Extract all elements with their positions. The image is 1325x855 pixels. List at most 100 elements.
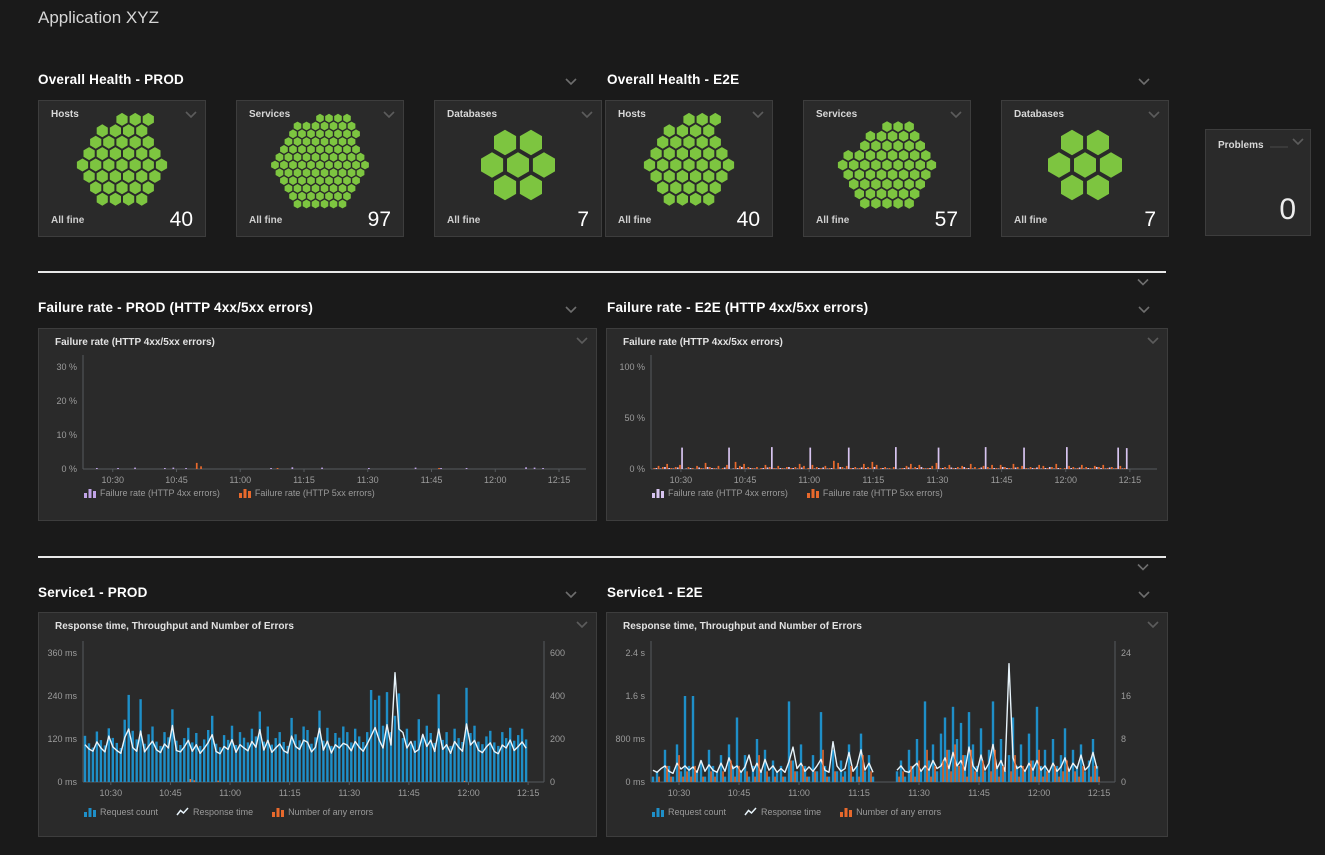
svg-text:10 %: 10 % xyxy=(56,430,77,440)
svg-text:12:15: 12:15 xyxy=(517,788,540,798)
svg-text:11:00: 11:00 xyxy=(229,475,251,485)
svg-text:11:45: 11:45 xyxy=(398,788,420,798)
legend-item[interactable]: Failure rate (HTTP 5xx errors) xyxy=(238,487,375,499)
svg-text:11:30: 11:30 xyxy=(908,788,930,798)
svg-text:0 %: 0 % xyxy=(61,464,77,474)
chevron-down-icon[interactable] xyxy=(563,304,579,316)
health-count: 7 xyxy=(577,208,589,232)
health-status-label: All fine xyxy=(618,215,651,226)
svg-text:10:30: 10:30 xyxy=(670,475,693,485)
legend-label: Request count xyxy=(668,807,726,817)
chart-title: Failure rate (HTTP 4xx/5xx errors) xyxy=(623,337,783,348)
sparkline-placeholder xyxy=(1270,146,1288,148)
chevron-down-icon[interactable] xyxy=(563,76,579,88)
svg-text:10:45: 10:45 xyxy=(728,788,751,798)
health-count: 40 xyxy=(737,208,760,232)
bar-series-icon xyxy=(651,487,664,499)
chart-title: Response time, Throughput and Number of … xyxy=(55,621,294,632)
chart-legend: Failure rate (HTTP 4xx errors) Failure ra… xyxy=(83,487,375,499)
svg-text:8: 8 xyxy=(1121,734,1126,744)
svg-text:11:30: 11:30 xyxy=(338,788,360,798)
health-status-label: All fine xyxy=(249,215,282,226)
svg-text:50 %: 50 % xyxy=(624,413,645,423)
health-tile-databases[interactable]: DatabasesAll fine7 xyxy=(434,100,602,237)
health-status-label: All fine xyxy=(816,215,849,226)
svg-text:11:45: 11:45 xyxy=(421,475,443,485)
svg-text:12:15: 12:15 xyxy=(1119,475,1142,485)
section-header-failure-e2e: Failure rate - E2E (HTTP 4xx/5xx errors) xyxy=(607,300,868,315)
legend-label: Failure rate (HTTP 4xx errors) xyxy=(668,488,788,498)
chevron-down-icon[interactable] xyxy=(563,589,579,601)
svg-text:11:45: 11:45 xyxy=(991,475,1013,485)
svg-text:400: 400 xyxy=(550,691,565,701)
chart-title: Response time, Throughput and Number of … xyxy=(623,621,862,632)
health-count: 97 xyxy=(368,208,391,232)
svg-text:0 ms: 0 ms xyxy=(625,777,645,787)
chevron-down-icon[interactable] xyxy=(1290,136,1306,148)
problems-tile[interactable]: Problems 0 xyxy=(1205,129,1311,236)
legend-item[interactable]: Failure rate (HTTP 5xx errors) xyxy=(806,487,943,499)
svg-text:11:00: 11:00 xyxy=(798,475,820,485)
svg-text:12:00: 12:00 xyxy=(1054,475,1077,485)
svg-text:200: 200 xyxy=(550,734,565,744)
bar-series-icon xyxy=(83,806,96,818)
svg-text:16: 16 xyxy=(1121,691,1131,701)
svg-text:11:00: 11:00 xyxy=(788,788,810,798)
svg-text:12:15: 12:15 xyxy=(1088,788,1111,798)
svg-text:360 ms: 360 ms xyxy=(47,648,77,658)
chevron-down-icon[interactable] xyxy=(1136,589,1152,601)
svg-text:12:00: 12:00 xyxy=(484,475,507,485)
svg-text:10:45: 10:45 xyxy=(165,475,188,485)
svg-text:800 ms: 800 ms xyxy=(615,734,645,744)
problems-count: 0 xyxy=(1279,193,1296,227)
legend-label: Failure rate (HTTP 5xx errors) xyxy=(823,488,943,498)
legend-item[interactable]: Response time xyxy=(176,806,253,818)
svg-text:11:15: 11:15 xyxy=(848,788,870,798)
legend-item[interactable]: Failure rate (HTTP 4xx errors) xyxy=(651,487,788,499)
health-tile-hosts[interactable]: HostsAll fine40 xyxy=(38,100,206,237)
svg-text:11:45: 11:45 xyxy=(968,788,990,798)
svg-text:0: 0 xyxy=(1121,777,1126,787)
health-count: 40 xyxy=(170,208,193,232)
dashboard: Application XYZ Overall Health - PROD Ov… xyxy=(0,0,1325,855)
health-tile-databases[interactable]: DatabasesAll fine7 xyxy=(1001,100,1169,237)
health-tile-services[interactable]: ServicesAll fine97 xyxy=(236,100,404,237)
svg-text:100 %: 100 % xyxy=(619,362,645,372)
health-status-label: All fine xyxy=(51,215,84,226)
chevron-down-icon[interactable] xyxy=(1134,276,1152,289)
legend-item[interactable]: Response time xyxy=(744,806,821,818)
legend-item[interactable]: Number of any errors xyxy=(839,806,941,818)
section-header-overall-health-prod: Overall Health - PROD xyxy=(38,72,184,87)
svg-text:12:00: 12:00 xyxy=(1028,788,1051,798)
chart-legend: Request count Response time Number of any … xyxy=(651,806,941,818)
legend-item[interactable]: Number of any errors xyxy=(271,806,373,818)
health-tile-services[interactable]: ServicesAll fine57 xyxy=(803,100,971,237)
legend-item[interactable]: Failure rate (HTTP 4xx errors) xyxy=(83,487,220,499)
legend-item[interactable]: Request count xyxy=(651,806,726,818)
svg-text:24: 24 xyxy=(1121,648,1131,658)
bar-series-icon xyxy=(271,806,284,818)
failure-rate-prod-chart-tile[interactable]: Failure rate (HTTP 4xx/5xx errors) Failu… xyxy=(38,328,597,521)
legend-label: Response time xyxy=(193,807,253,817)
legend-label: Response time xyxy=(761,807,821,817)
svg-text:10:30: 10:30 xyxy=(668,788,691,798)
health-count: 57 xyxy=(935,208,958,232)
page-title: Application XYZ xyxy=(38,8,159,28)
failure-rate-e2e-chart-tile[interactable]: Failure rate (HTTP 4xx/5xx errors) Failu… xyxy=(606,328,1168,521)
service1-e2e-plot: 2.4 s1.6 s800 ms0 ms24168010:3010:4511:0… xyxy=(607,613,1167,836)
chevron-down-icon[interactable] xyxy=(1136,76,1152,88)
health-tile-hosts[interactable]: HostsAll fine40 xyxy=(605,100,773,237)
service1-prod-chart-tile[interactable]: Response time, Throughput and Number of … xyxy=(38,612,597,837)
svg-text:10:30: 10:30 xyxy=(100,788,123,798)
service1-e2e-chart-tile[interactable]: Response time, Throughput and Number of … xyxy=(606,612,1168,837)
legend-label: Failure rate (HTTP 4xx errors) xyxy=(100,488,220,498)
svg-text:11:00: 11:00 xyxy=(219,788,241,798)
legend-item[interactable]: Request count xyxy=(83,806,158,818)
svg-text:0 %: 0 % xyxy=(629,464,645,474)
chevron-down-icon[interactable] xyxy=(1134,561,1152,574)
svg-text:11:30: 11:30 xyxy=(927,475,949,485)
chevron-down-icon[interactable] xyxy=(1136,304,1152,316)
bar-series-icon xyxy=(839,806,852,818)
service1-prod-plot: 360 ms240 ms120 ms0 ms600400200010:3010:… xyxy=(39,613,596,836)
legend-label: Request count xyxy=(100,807,158,817)
